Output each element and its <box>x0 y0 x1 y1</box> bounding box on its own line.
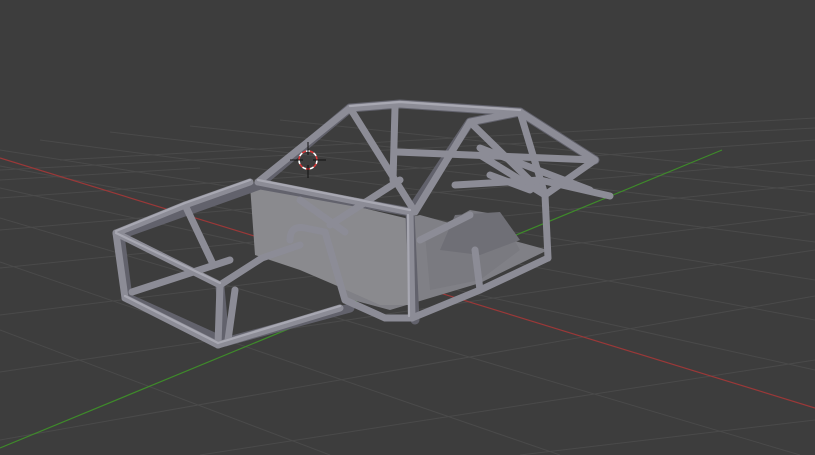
tube-frame-chassis[interactable] <box>112 99 614 349</box>
viewport-canvas[interactable] <box>0 0 815 455</box>
3d-viewport[interactable] <box>0 0 815 455</box>
